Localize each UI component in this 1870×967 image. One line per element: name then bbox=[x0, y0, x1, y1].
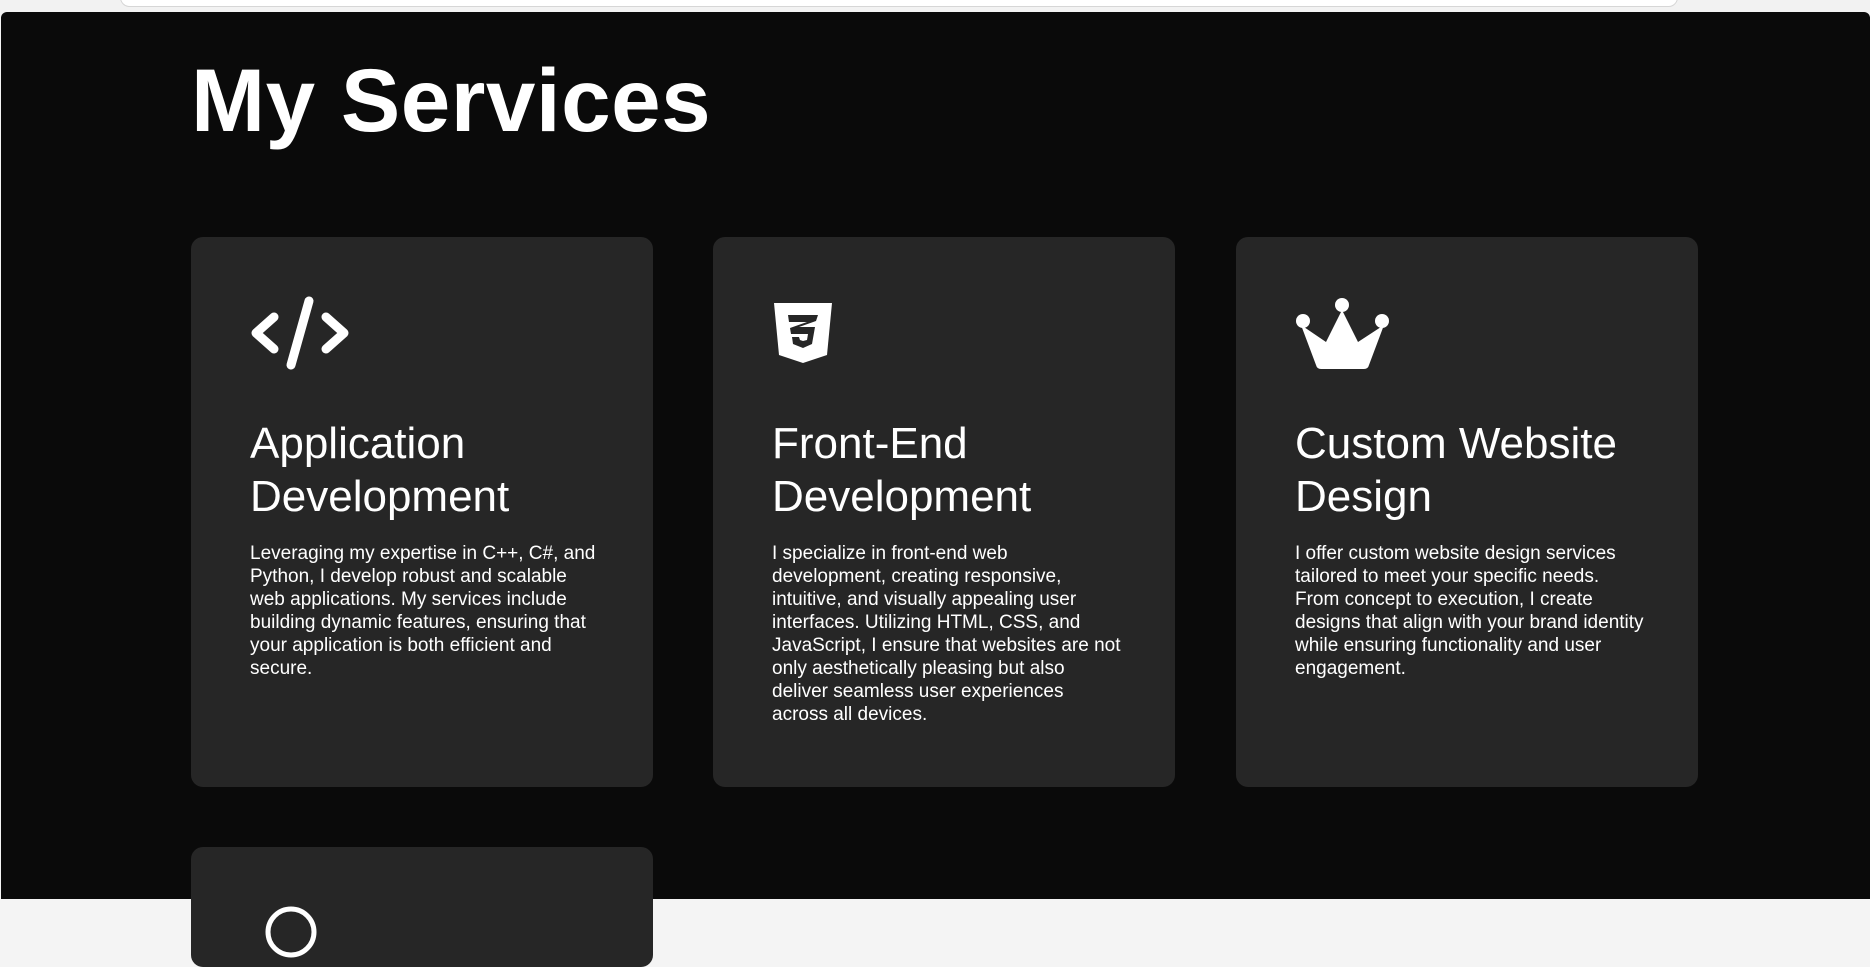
service-description: I specialize in front-end web developmen… bbox=[772, 543, 1121, 725]
service-card-partial bbox=[191, 847, 653, 967]
css3-icon bbox=[772, 293, 872, 373]
service-title: Custom Website Design bbox=[1295, 419, 1617, 521]
page-title: My Services bbox=[191, 50, 712, 150]
service-description: I offer custom website design services t… bbox=[1295, 543, 1644, 679]
service-title: Front-End Development bbox=[772, 419, 1032, 521]
address-bar[interactable] bbox=[120, 0, 1678, 7]
circle-icon bbox=[261, 902, 321, 962]
service-description: Leveraging my expertise in C++, C#, and … bbox=[250, 543, 596, 679]
service-card-front-end-development: Front-End Development I specialize in fr… bbox=[713, 237, 1175, 787]
services-section: My Services Application Development Leve… bbox=[1, 12, 1870, 967]
service-title: Application Development bbox=[250, 419, 510, 521]
service-card-custom-website-design: Custom Website Design I offer custom web… bbox=[1236, 237, 1698, 787]
code-icon bbox=[250, 293, 350, 373]
service-card-application-development: Application Development Leveraging my ex… bbox=[191, 237, 653, 787]
crown-icon bbox=[1295, 293, 1395, 373]
